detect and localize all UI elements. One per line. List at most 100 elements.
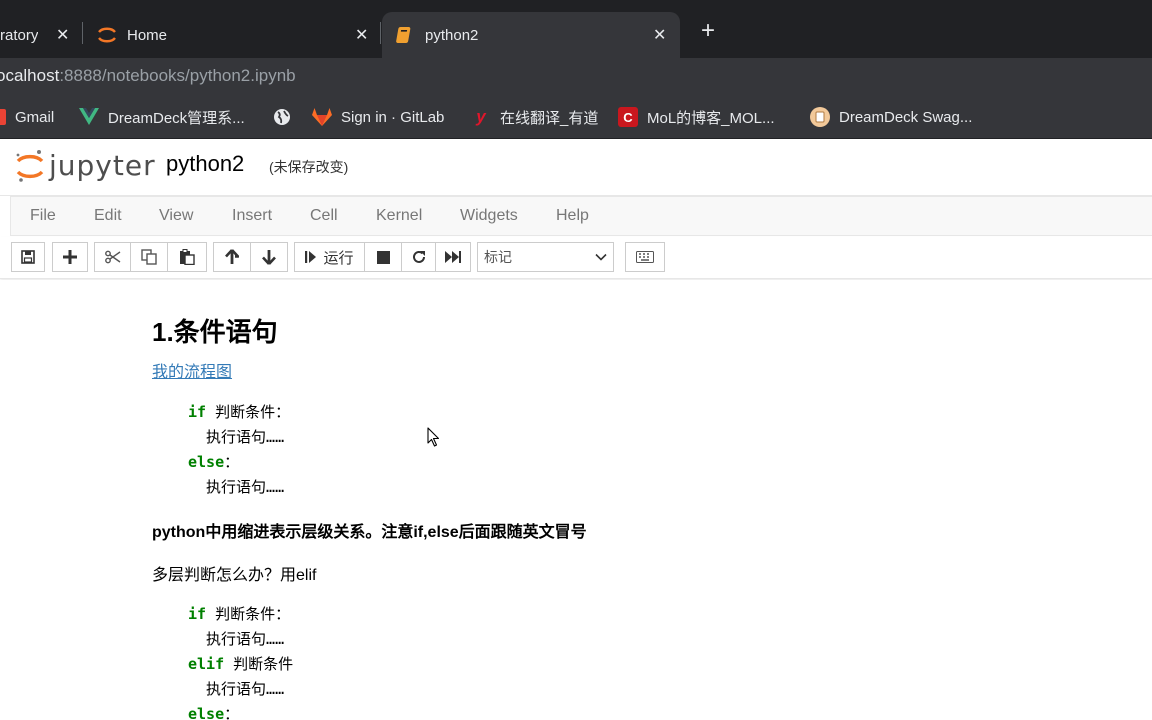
move-up-button[interactable] bbox=[213, 242, 251, 272]
url-path: :8888/notebooks/python2.ipynb bbox=[59, 66, 296, 85]
code-text: 判断条件： bbox=[206, 403, 291, 421]
mouse-cursor-icon bbox=[427, 427, 440, 447]
stop-icon bbox=[376, 250, 390, 264]
tab-label: ratory bbox=[0, 26, 39, 44]
step-forward-icon bbox=[305, 251, 317, 263]
keyboard-icon bbox=[636, 251, 654, 263]
address-bar[interactable]: ocalhost:8888/notebooks/python2.ipynb bbox=[0, 58, 1152, 94]
menu-view[interactable]: View bbox=[159, 207, 193, 225]
csdn-icon: C bbox=[618, 107, 638, 127]
jupyter-tab-icon bbox=[96, 24, 118, 50]
refresh-icon bbox=[412, 250, 425, 263]
scissors-icon bbox=[104, 250, 120, 264]
notebook-tab-icon bbox=[396, 25, 414, 49]
menu-cell[interactable]: Cell bbox=[310, 207, 338, 225]
keyword-else: else bbox=[188, 453, 225, 471]
arrow-up-icon bbox=[225, 249, 239, 264]
bookmark-swagger[interactable]: DreamDeck Swag... bbox=[810, 106, 972, 128]
menu-help[interactable]: Help bbox=[556, 207, 589, 225]
cell-type-value: 标记 bbox=[484, 249, 512, 265]
code-text: 执行语句…… bbox=[188, 478, 285, 496]
menu-edit[interactable]: Edit bbox=[94, 207, 122, 225]
menu-bar: File Edit View Insert Cell Kernel Widget… bbox=[10, 196, 1152, 236]
tab-separator bbox=[380, 22, 381, 44]
code-text: 判断条件 bbox=[224, 655, 294, 673]
url-host: ocalhost bbox=[0, 66, 60, 85]
bookmark-label: Sign in · GitLab bbox=[341, 108, 445, 126]
keyword-if: if bbox=[188, 403, 207, 421]
tab-python2[interactable]: python2 ✕ bbox=[382, 12, 680, 58]
new-tab-icon[interactable]: + bbox=[697, 19, 719, 43]
notebook-name[interactable]: python2 bbox=[166, 151, 244, 177]
jupyter-logo-text: jupyter bbox=[49, 149, 156, 182]
flowchart-link[interactable]: 我的流程图 bbox=[152, 358, 232, 382]
restart-run-all-button[interactable] bbox=[435, 242, 471, 272]
close-icon[interactable]: ✕ bbox=[355, 25, 368, 45]
notebook-area[interactable]: 1.条件语句 我的流程图 if 判断条件： 执行语句…… else： 执行语句…… bbox=[0, 280, 1152, 720]
url-text[interactable]: ocalhost:8888/notebooks/python2.ipynb bbox=[0, 66, 296, 86]
code-text: ： bbox=[224, 705, 240, 720]
bookmark-label: DreamDeck管理系... bbox=[108, 109, 245, 127]
run-label: 运行 bbox=[323, 249, 354, 267]
bookmark-youdao[interactable]: y 在线翻译_有道 bbox=[471, 106, 598, 128]
bookmark-label: MoL的博客_MOL... bbox=[647, 109, 775, 127]
keyword-elif: elif bbox=[188, 655, 225, 673]
cut-button[interactable] bbox=[94, 242, 131, 272]
fast-forward-icon bbox=[445, 251, 461, 263]
insert-cell-button[interactable] bbox=[52, 242, 88, 272]
elif-question: 多层判断怎么办？用elif bbox=[152, 567, 317, 584]
move-down-button[interactable] bbox=[250, 242, 288, 272]
browser-tab-bar: ratory ✕ Home ✕ python2 ✕ + bbox=[0, 0, 1152, 58]
restart-button[interactable] bbox=[401, 242, 436, 272]
tab-laboratory[interactable]: ratory ✕ bbox=[0, 12, 82, 58]
gmail-icon bbox=[0, 109, 6, 125]
code-block-elif: if 判断条件： 执行语句…… elif 判断条件 执行语句…… else： bbox=[188, 602, 293, 720]
code-text: ： bbox=[224, 453, 240, 471]
paste-icon bbox=[180, 249, 195, 265]
copy-button[interactable] bbox=[130, 242, 168, 272]
save-button[interactable] bbox=[11, 242, 45, 272]
arrow-down-icon bbox=[262, 250, 276, 265]
interrupt-button[interactable] bbox=[364, 242, 402, 272]
menu-insert[interactable]: Insert bbox=[232, 207, 272, 225]
youdao-icon: y bbox=[476, 107, 486, 126]
bookmark-dreamdeck[interactable]: DreamDeck管理系... bbox=[79, 106, 245, 128]
bookmarks-bar: Gmail DreamDeck管理系... Sign in · GitLab y… bbox=[0, 94, 1152, 139]
save-state: (未保存改变) bbox=[269, 159, 349, 175]
indentation-note: python中用缩进表示层级关系。注意if,else后面跟随英文冒号 bbox=[152, 524, 587, 541]
copy-icon bbox=[141, 249, 157, 265]
keyword-if: if bbox=[188, 605, 207, 623]
close-icon[interactable]: ✕ bbox=[653, 25, 666, 45]
chevron-down-icon bbox=[595, 253, 607, 261]
bookmark-globe[interactable] bbox=[272, 106, 301, 128]
menu-widgets[interactable]: Widgets bbox=[460, 207, 518, 225]
jupyter-logo[interactable]: jupyter bbox=[15, 147, 155, 183]
run-button[interactable]: 运行 bbox=[294, 242, 365, 272]
globe-icon bbox=[272, 107, 292, 127]
code-text: 执行语句…… bbox=[188, 428, 285, 446]
code-text: 判断条件： bbox=[206, 605, 291, 623]
bookmark-label: DreamDeck Swag... bbox=[839, 108, 973, 126]
swagger-icon bbox=[810, 107, 830, 127]
bookmark-gmail[interactable]: Gmail bbox=[0, 106, 54, 128]
tab-label: python2 bbox=[425, 26, 479, 44]
section-heading: 1.条件语句 bbox=[152, 317, 278, 347]
code-text: 执行语句…… bbox=[188, 680, 285, 698]
menu-kernel[interactable]: Kernel bbox=[376, 207, 422, 225]
command-palette-button[interactable] bbox=[625, 242, 665, 272]
vue-icon bbox=[79, 107, 99, 127]
tab-label: Home bbox=[127, 26, 168, 44]
menu-file[interactable]: File bbox=[30, 207, 56, 225]
save-icon bbox=[21, 250, 35, 264]
close-icon[interactable]: ✕ bbox=[56, 25, 69, 45]
bookmark-csdn[interactable]: C MoL的博客_MOL... bbox=[618, 106, 775, 128]
bookmark-gitlab[interactable]: Sign in · GitLab bbox=[312, 106, 444, 128]
bookmark-label: 在线翻译_有道 bbox=[500, 109, 599, 127]
keyword-else: else bbox=[188, 705, 225, 720]
bookmark-label: Gmail bbox=[15, 108, 55, 126]
code-text: 执行语句…… bbox=[188, 630, 285, 648]
code-block-if-else: if 判断条件： 执行语句…… else： 执行语句…… bbox=[188, 400, 290, 500]
tab-home[interactable]: Home ✕ bbox=[83, 12, 379, 58]
paste-button[interactable] bbox=[167, 242, 207, 272]
cell-type-select[interactable]: 标记 bbox=[477, 242, 614, 272]
